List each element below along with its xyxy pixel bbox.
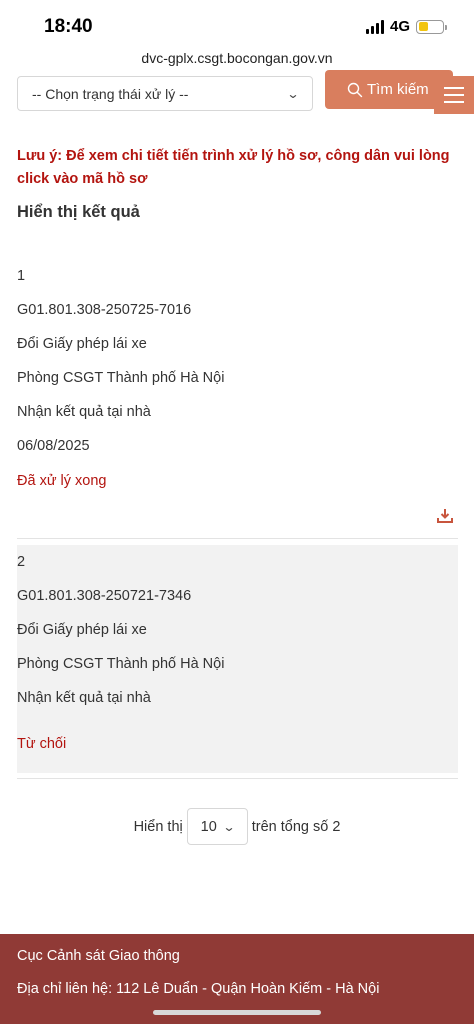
record-agency: Phòng CSGT Thành phố Hà Nội bbox=[17, 370, 225, 386]
record-delivery: Nhận kết quả tại nhà bbox=[17, 404, 151, 420]
record-date: 06/08/2025 bbox=[17, 438, 90, 454]
record-status: Đã xử lý xong bbox=[17, 473, 107, 489]
download-icon[interactable] bbox=[436, 507, 454, 525]
record-code[interactable]: G01.801.308-250721-7346 bbox=[17, 588, 191, 604]
record-item: 2 G01.801.308-250721-7346 Đổi Giấy phép … bbox=[17, 545, 458, 773]
footer: Cục Cảnh sát Giao thông Địa chỉ liên hệ:… bbox=[0, 934, 474, 1024]
page-size-select[interactable]: 10 ⌄ bbox=[186, 808, 248, 845]
record-status: Từ chối bbox=[17, 736, 67, 752]
status-select[interactable]: -- Chọn trạng thái xử lý -- ⌄ bbox=[17, 76, 313, 111]
divider bbox=[17, 778, 458, 779]
search-icon bbox=[347, 82, 363, 97]
battery-icon bbox=[416, 19, 447, 34]
results-heading: Hiển thị kết quả bbox=[17, 203, 140, 221]
record-service: Đổi Giấy phép lái xe bbox=[17, 336, 147, 352]
record-item: 1 G01.801.308-250725-7016 Đổi Giấy phép … bbox=[17, 257, 458, 537]
record-service: Đổi Giấy phép lái xe bbox=[17, 622, 147, 638]
record-index: 2 bbox=[17, 554, 26, 570]
network-label: 4G bbox=[389, 18, 410, 35]
footer-address: Địa chỉ liên hệ: 112 Lê Duẩn - Quận Hoàn… bbox=[17, 981, 380, 997]
instruction-note: Lưu ý: Để xem chi tiết tiến trình xử lý … bbox=[17, 148, 450, 187]
record-index: 1 bbox=[17, 268, 26, 284]
divider bbox=[17, 538, 458, 539]
record-code[interactable]: G01.801.308-250725-7016 bbox=[17, 302, 191, 318]
chevron-down-icon: ⌄ bbox=[222, 819, 236, 834]
home-indicator bbox=[153, 1010, 321, 1015]
status-bar: 18:40 4G bbox=[0, 0, 474, 50]
status-indicators: 4G bbox=[365, 18, 447, 35]
menu-icon[interactable] bbox=[434, 76, 474, 114]
search-button-label: Tìm kiếm bbox=[367, 81, 429, 98]
record-agency: Phòng CSGT Thành phố Hà Nội bbox=[17, 656, 225, 672]
chevron-down-icon: ⌄ bbox=[286, 86, 300, 101]
record-delivery: Nhận kết quả tại nhà bbox=[17, 690, 151, 706]
page-size-value: 10 bbox=[200, 818, 217, 835]
pagination: Hiển thị 10 ⌄ trên tổng số 2 bbox=[0, 808, 474, 845]
status-time: 18:40 bbox=[44, 16, 93, 37]
signal-icon bbox=[365, 19, 384, 34]
address-bar[interactable]: dvc-gplx.csgt.bocongan.gov.vn bbox=[0, 50, 474, 66]
pagination-suffix: trên tổng số 2 bbox=[251, 818, 341, 835]
footer-title: Cục Cảnh sát Giao thông bbox=[17, 948, 180, 964]
status-select-value: -- Chọn trạng thái xử lý -- bbox=[32, 85, 189, 102]
pagination-prefix: Hiển thị bbox=[133, 818, 183, 835]
